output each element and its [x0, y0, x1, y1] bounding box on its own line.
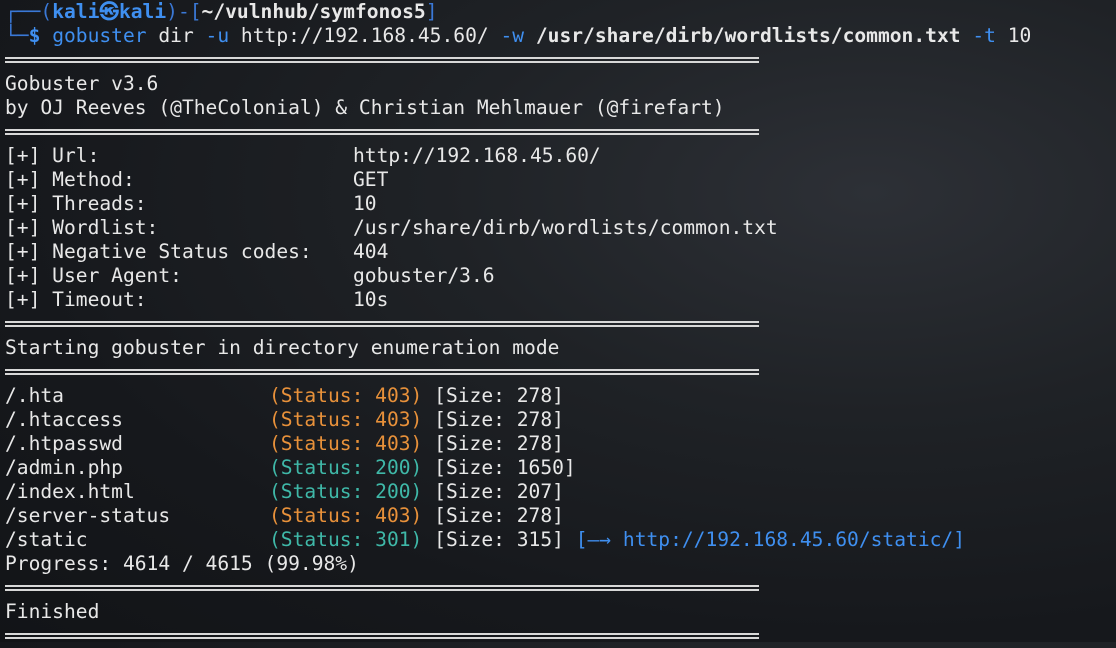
prompt-close: ] — [425, 0, 438, 23]
result-size: [Size: 278] — [434, 384, 564, 407]
config-value: 10s — [353, 288, 389, 311]
config-row: [+] User Agent: gobuster/3.6 — [5, 264, 1111, 288]
result-path: /static — [5, 528, 88, 551]
prompt-separator: )-[ — [166, 0, 202, 23]
result-path: /.hta — [5, 384, 64, 407]
separator — [5, 312, 1111, 336]
separator — [5, 624, 1111, 648]
result-status: (Status: 403) — [269, 432, 423, 455]
result-row: /index.html (Status: 200) [Size: 207] — [5, 480, 1111, 504]
result-path: /server-status — [5, 504, 171, 527]
config-label: [+] User Agent: — [5, 264, 182, 287]
prompt-line-2: └─$ gobuster dir -u http://192.168.45.60… — [5, 24, 1111, 48]
result-status: (Status: 403) — [269, 408, 423, 431]
flag-t: -t — [972, 24, 996, 47]
prompt-line-1: ┌──(kali㉿kali)-[~/vulnhub/symfonos5] — [5, 0, 1111, 24]
config-value: GET — [353, 168, 389, 191]
config-value: 10 — [353, 192, 377, 215]
result-size: [Size: 278] — [434, 408, 564, 431]
result-status: (Status: 403) — [269, 504, 423, 527]
separator — [5, 360, 1111, 384]
config-label: [+] Negative Status codes: — [5, 240, 312, 263]
result-size: [Size: 315] — [434, 528, 564, 551]
flag-u: -u — [205, 24, 230, 47]
config-row: [+] Url: http://192.168.45.60/ — [5, 144, 1111, 168]
result-path: /.htaccess — [5, 408, 123, 431]
config-row: [+] Wordlist: /usr/share/dirb/wordlists/c… — [5, 216, 1111, 240]
config-label: [+] Timeout: — [5, 288, 147, 311]
prompt-corner: ┌──( — [5, 0, 53, 23]
config-value: http://192.168.45.60/ — [353, 144, 601, 167]
command-subcommand: dir — [146, 24, 206, 47]
result-status: (Status: 200) — [269, 456, 423, 479]
finished-line: Finished — [5, 600, 100, 623]
prompt-path: ~/vulnhub/symfonos5 — [201, 0, 426, 23]
result-status: (Status: 200) — [269, 480, 423, 503]
config-row: [+] Method: GET — [5, 168, 1111, 192]
config-value: gobuster/3.6 — [353, 264, 495, 287]
prompt-dollar: $ — [28, 24, 41, 47]
config-label: [+] Url: — [5, 144, 100, 167]
result-size: [Size: 207] — [434, 480, 564, 503]
flag-w: -w — [500, 24, 525, 47]
result-row: /.htaccess (Status: 403) [Size: 278] — [5, 408, 1111, 432]
result-redirect-link[interactable]: [—→ http://192.168.45.60/static/] — [576, 528, 965, 551]
command-wordlist: /usr/share/dirb/wordlists/common.txt — [524, 24, 973, 47]
result-status: (Status: 403) — [269, 384, 423, 407]
result-row: /.htpasswd (Status: 403) [Size: 278] — [5, 432, 1111, 456]
config-label: [+] Wordlist: — [5, 216, 159, 239]
separator — [5, 576, 1111, 600]
result-status: (Status: 301) — [269, 528, 423, 551]
config-value: 404 — [353, 240, 389, 263]
start-message: Starting gobuster in directory enumerati… — [5, 336, 560, 359]
result-path: /.htpasswd — [5, 432, 123, 455]
config-label: [+] Method: — [5, 168, 135, 191]
result-path: /index.html — [5, 480, 135, 503]
command-url: http://192.168.45.60/ — [229, 24, 501, 47]
separator — [5, 120, 1111, 144]
command-threads: 10 — [995, 24, 1032, 47]
result-path: /admin.php — [5, 456, 123, 479]
banner-title: Gobuster v3.6 — [5, 72, 159, 95]
terminal[interactable]: ┌──(kali㉿kali)-[~/vulnhub/symfonos5] └─$… — [5, 0, 1111, 648]
result-size: [Size: 278] — [434, 504, 564, 527]
separator — [5, 48, 1111, 72]
config-value: /usr/share/dirb/wordlists/common.txt — [353, 216, 778, 239]
command-name: gobuster — [52, 24, 147, 47]
config-row: [+] Timeout: 10s — [5, 288, 1111, 312]
result-size: [Size: 1650] — [434, 456, 576, 479]
progress-line: Progress: 4614 / 4615 (99.98%) — [5, 552, 359, 575]
config-label: [+] Threads: — [5, 192, 147, 215]
result-row: /server-status (Status: 403) [Size: 278] — [5, 504, 1111, 528]
result-row: /admin.php (Status: 200) [Size: 1650] — [5, 456, 1111, 480]
config-row: [+] Negative Status codes: 404 — [5, 240, 1111, 264]
result-row: /.hta (Status: 403) [Size: 278] — [5, 384, 1111, 408]
result-size: [Size: 278] — [434, 432, 564, 455]
banner-authors: by OJ Reeves (@TheColonial) & Christian … — [5, 96, 725, 119]
config-row: [+] Threads: 10 — [5, 192, 1111, 216]
prompt-user: kali㉿kali — [52, 0, 167, 23]
result-row: /static (Status: 301) [Size: 315] [—→ htt… — [5, 528, 1111, 552]
prompt-corner-bottom: └─ — [5, 24, 29, 47]
